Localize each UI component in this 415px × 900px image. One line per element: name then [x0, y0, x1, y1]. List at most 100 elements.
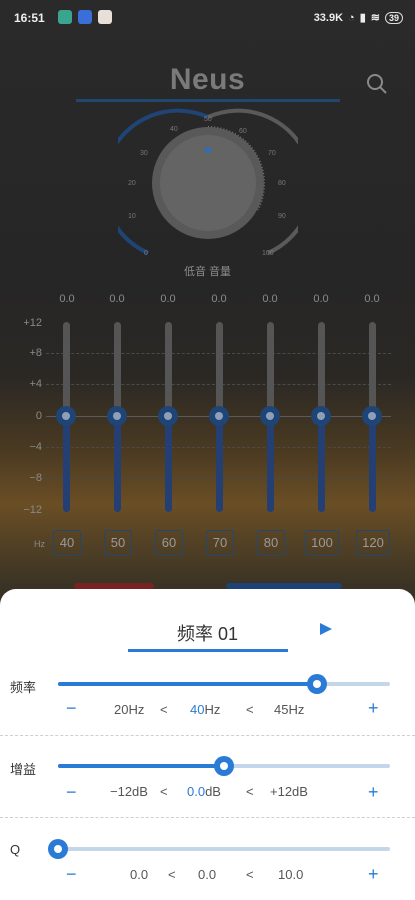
freq-button-80[interactable]: 80	[257, 530, 285, 556]
band-slider-fill	[114, 417, 121, 512]
db-scale-label: −4	[29, 441, 42, 453]
knob-indicator	[205, 147, 211, 153]
status-time: 16:51	[14, 11, 45, 25]
alarm-icon: ◔	[348, 11, 355, 24]
notification-app-icon	[98, 10, 112, 24]
freq-button-60[interactable]: 60	[155, 530, 183, 556]
q-current-value: 0.0	[198, 867, 217, 882]
q-increase-button[interactable]: +	[368, 865, 379, 883]
freq-button-50[interactable]: 50	[104, 530, 132, 556]
notification-app-icon	[78, 10, 92, 24]
range-separator: <	[246, 867, 254, 882]
band-slider-thumb[interactable]	[362, 406, 382, 426]
db-scale-label: −12	[23, 504, 42, 516]
sheet-title-underline	[128, 649, 288, 652]
frequency-slider[interactable]	[58, 674, 390, 694]
q-current: 0.0	[198, 867, 216, 882]
frequency-increase-button[interactable]: +	[368, 699, 379, 717]
knob-scale-label: 90	[278, 213, 286, 220]
range-separator: <	[168, 867, 176, 882]
band-slider-thumb[interactable]	[107, 406, 127, 426]
knob-scale-label: 40	[170, 126, 178, 133]
knob-scale-label: 100	[262, 250, 274, 257]
title-underline	[76, 99, 340, 102]
sheet-title: 频率 01	[176, 624, 239, 644]
band-slider-thumb[interactable]	[209, 406, 229, 426]
gain-min: −12dB	[110, 784, 148, 799]
gain-increase-button[interactable]: +	[368, 783, 379, 801]
frequency-label: 频率	[10, 680, 37, 695]
play-icon[interactable]	[320, 623, 332, 635]
frequency-slider-fill	[58, 682, 317, 686]
wifi-icon: ≋	[370, 12, 380, 24]
bass-volume-knob[interactable]: 0 10 20 30 40 50 60 70 80 90 100	[101, 105, 315, 265]
band-value: 0.0	[59, 293, 75, 305]
knob-scale-label: 30	[140, 150, 148, 157]
db-scale-label: −8	[29, 472, 42, 484]
knob-scale-label: 10	[128, 213, 136, 220]
gain-decrease-button[interactable]: −	[66, 783, 77, 801]
band-slider-thumb[interactable]	[311, 406, 331, 426]
q-decrease-button[interactable]: −	[66, 865, 77, 883]
band-value: 0.0	[262, 293, 278, 305]
knob-scale-label: 50	[204, 116, 212, 123]
db-scale-label: +8	[29, 347, 42, 359]
band-slider-fill	[63, 417, 70, 512]
freq-button-40[interactable]: 40	[53, 530, 81, 556]
band-slider-fill	[216, 417, 223, 512]
range-separator: <	[160, 784, 168, 799]
band-slider-thumb[interactable]	[158, 406, 178, 426]
knob-scale-label: 20	[128, 180, 136, 187]
range-separator: <	[246, 702, 254, 717]
signal-icon: ▮	[359, 12, 366, 24]
network-speed: 33.9K	[313, 11, 344, 24]
q-label: Q	[10, 842, 21, 857]
db-scale-label: 0	[35, 410, 42, 422]
range-separator: <	[160, 702, 168, 717]
q-min: 0.0	[130, 867, 149, 882]
freq-button-120[interactable]: 120	[356, 530, 390, 556]
band-value: 0.0	[313, 293, 329, 305]
notification-app-icon	[58, 10, 72, 24]
band-value: 0.0	[109, 293, 125, 305]
knob-scale-label: 0	[144, 250, 148, 257]
knob-dial[interactable]: 0 10 20 30 40 50 60 70 80 90 100	[101, 105, 315, 265]
frequency-current: 40Hz	[190, 702, 220, 717]
search-icon[interactable]	[366, 73, 388, 95]
status-bar: 16:51 33.9K ◔ ▮ ≋ 39	[0, 0, 415, 36]
frequency-max: 45Hz	[274, 702, 305, 717]
knob-scale-label: 70	[268, 150, 276, 157]
band-value: 0.0	[211, 293, 227, 305]
gain-current-value: 0.0	[187, 784, 206, 799]
freq-button-100[interactable]: 100	[305, 530, 339, 556]
gain-current-unit: dB	[205, 784, 221, 799]
status-icons: 33.9K ◔ ▮ ≋ 39	[314, 11, 403, 24]
band-value: 0.0	[364, 293, 380, 305]
band-slider-fill	[318, 417, 325, 512]
gain-slider-fill	[58, 764, 224, 768]
band-value: 0.0	[160, 293, 176, 305]
divider	[0, 817, 415, 818]
band-slider-fill	[267, 417, 274, 512]
frequency-min: 20Hz	[114, 702, 145, 717]
divider	[0, 735, 415, 736]
band-slider-fill	[165, 417, 172, 512]
band-edit-sheet: 频率 01 频率 − 20Hz < 40Hz < 45Hz + 增益 − −12…	[0, 589, 415, 900]
frequency-decrease-button[interactable]: −	[66, 699, 77, 717]
app-title: Neus	[169, 63, 246, 96]
knob-scale-label: 60	[239, 128, 247, 135]
frequency-slider-thumb[interactable]	[306, 674, 327, 694]
frequency-current-value: 40	[190, 702, 205, 717]
gain-max: +12dB	[270, 784, 308, 799]
hz-unit-label: Hz	[34, 539, 45, 549]
gain-label: 增益	[10, 762, 37, 777]
band-slider-thumb[interactable]	[56, 406, 76, 426]
frequency-current-unit: Hz	[204, 702, 221, 717]
q-slider[interactable]	[48, 839, 390, 859]
band-slider-thumb[interactable]	[260, 406, 280, 426]
freq-button-70[interactable]: 70	[206, 530, 234, 556]
gain-slider[interactable]	[58, 756, 390, 776]
db-scale-label: +12	[23, 317, 42, 329]
q-slider-thumb[interactable]	[48, 839, 68, 859]
gain-slider-thumb[interactable]	[214, 756, 234, 776]
